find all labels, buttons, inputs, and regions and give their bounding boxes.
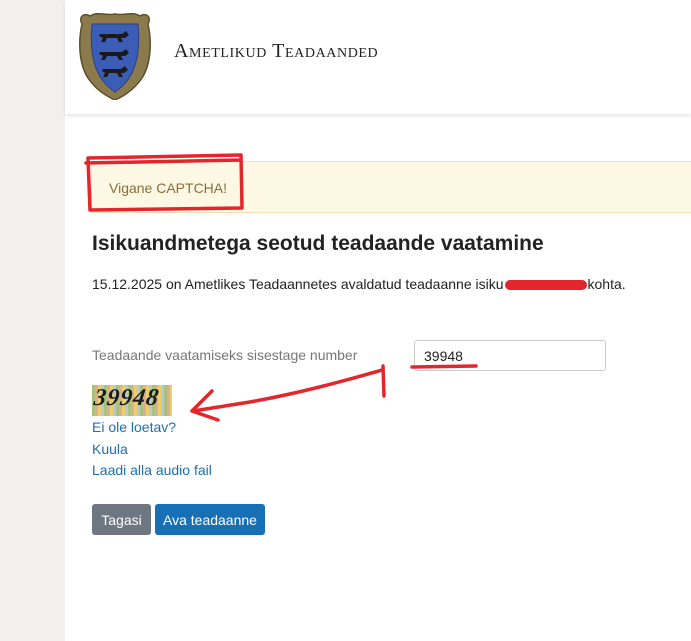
- site-title[interactable]: Ametlikud Teadaanded: [174, 40, 378, 63]
- intro-text-after: kohta.: [587, 276, 626, 292]
- notice-number-input[interactable]: [414, 340, 606, 371]
- redacted-name: [504, 280, 587, 290]
- captcha-download-audio-link[interactable]: Laadi alla audio fail: [92, 462, 212, 478]
- captcha-image: 39948: [92, 385, 172, 416]
- captcha-listen-link[interactable]: Kuula: [92, 441, 128, 457]
- captcha-unreadable-link[interactable]: Ei ole loetav?: [92, 419, 176, 435]
- captcha-image-text: 39948: [92, 385, 161, 411]
- page: Ametlikud Teadaanded Vigane CAPTCHA! Isi…: [65, 0, 691, 641]
- intro-text-before: 15.12.2025 on Ametlikes Teadaannetes ava…: [92, 276, 504, 292]
- estonia-coat-of-arms-icon[interactable]: [76, 12, 154, 100]
- site-header: Ametlikud Teadaanded: [65, 0, 691, 114]
- intro-text: 15.12.2025 on Ametlikes Teadaannetes ava…: [92, 276, 626, 292]
- page-title: Isikuandmetega seotud teadaande vaatamin…: [92, 232, 544, 255]
- open-notice-button[interactable]: Ava teadaanne: [155, 504, 265, 535]
- number-field-label: Teadaande vaatamiseks sisestage number: [92, 347, 358, 363]
- alert-message: Vigane CAPTCHA!: [109, 180, 228, 196]
- captcha-error-alert: Vigane CAPTCHA!: [91, 161, 691, 213]
- back-button[interactable]: Tagasi: [92, 504, 151, 535]
